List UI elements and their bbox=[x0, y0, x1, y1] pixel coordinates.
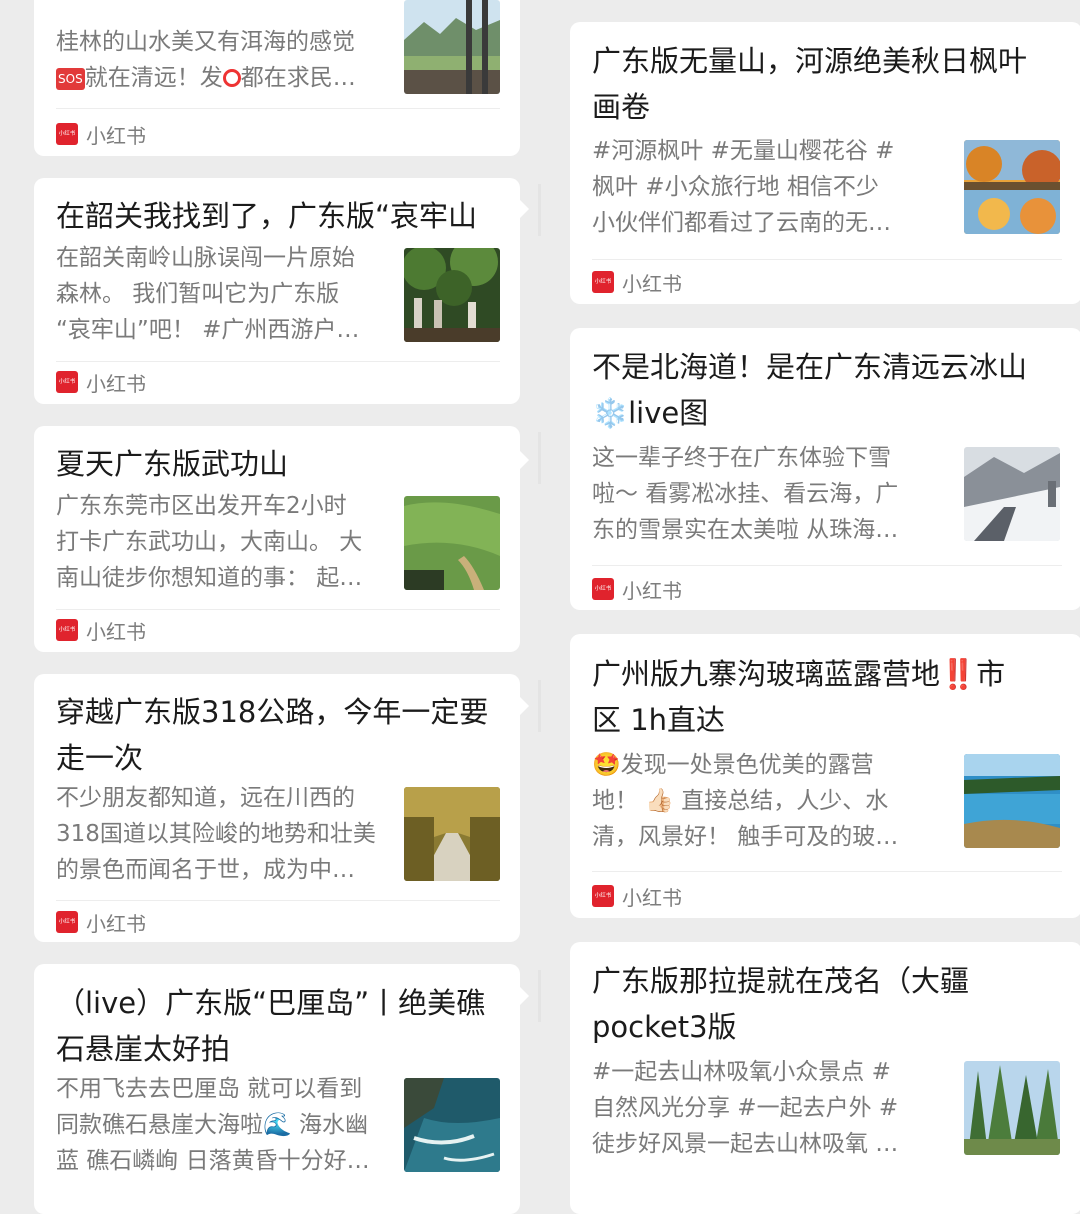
bubble-pointer bbox=[520, 697, 529, 715]
source-name: 小红书 bbox=[622, 885, 682, 910]
xiaohongshu-logo-icon: 小红书 bbox=[56, 911, 78, 933]
feed-card-yunbingshan-snow[interactable]: 不是北海道！是在广东清远云冰山 ❄️live图 这一辈子终于在广东体验下雪 啦～… bbox=[570, 328, 1080, 610]
card-title: 广东版无量山，河源绝美秋日枫叶 画卷 bbox=[592, 44, 1028, 124]
xiaohongshu-logo-icon: 小红书 bbox=[56, 371, 78, 393]
card-description: 广东东莞市区出发开车2小时 打卡广东武功山，大南山。 大 南山徒步你想知道的事：… bbox=[56, 493, 363, 591]
feed-card-shaoguan-ailaoshan[interactable]: 在韶关我找到了，广东版“哀牢山 在韶关南岭山脉误闯一片原始 森林。 我们暂叫它为… bbox=[34, 178, 520, 404]
source-name: 小红书 bbox=[86, 371, 146, 396]
column-separator bbox=[538, 432, 541, 484]
sos-icon: SOS bbox=[56, 68, 85, 90]
card-description: 桂林的山水美又有洱海的感觉 SOS就在清远！发 都在求民… bbox=[56, 29, 356, 91]
divider bbox=[592, 565, 1062, 566]
feed-card-guangzhou-jiuzhaigou[interactable]: 广州版九寨沟玻璃蓝露营地‼️市 区 1h直达 🤩发现一处景色优美的露营 地！ 👍… bbox=[570, 634, 1080, 918]
source-row: 小红书 小红书 bbox=[56, 618, 146, 644]
source-name: 小红书 bbox=[622, 578, 682, 603]
source-row: 小红书 小红书 bbox=[56, 910, 146, 936]
feed-card-318-highway[interactable]: 穿越广东版318公路，今年一定要 走一次 不少朋友都知道，远在川西的 318国道… bbox=[34, 674, 520, 942]
card-title: 广州版九寨沟玻璃蓝露营地‼️市 区 1h直达 bbox=[592, 657, 1006, 737]
divider bbox=[592, 871, 1062, 872]
card-title: 广东版那拉提就在茂名（大疆 pocket3版 bbox=[592, 964, 970, 1044]
xiaohongshu-logo-icon: 小红书 bbox=[592, 578, 614, 600]
feed-card-heyuan-maple[interactable]: 广东版无量山，河源绝美秋日枫叶 画卷 #河源枫叶 #无量山樱花谷 # 枫叶 #小… bbox=[570, 22, 1080, 304]
card-description: 🤩发现一处景色优美的露营 地！ 👍🏻 直接总结，人少、水 清，风景好！ 触手可及… bbox=[592, 752, 899, 850]
feed-card-wugongshan[interactable]: 夏天广东版武功山 广东东莞市区出发开车2小时 打卡广东武功山，大南山。 大 南山… bbox=[34, 426, 520, 652]
thumbnail-image[interactable] bbox=[964, 754, 1060, 848]
divider bbox=[56, 361, 500, 362]
source-name: 小红书 bbox=[86, 911, 146, 936]
card-title: 夏天广东版武功山 bbox=[56, 447, 289, 481]
card-description: 不用飞去去巴厘岛 就可以看到 同款礁石悬崖大海啦🌊 海水幽 蓝 礁石嶙峋 日落黄… bbox=[56, 1076, 370, 1174]
card-description: 这一辈子终于在广东体验下雪 啦～ 看雾凇冰挂、看云海，广 东的雪景实在太美啦 从… bbox=[592, 445, 899, 543]
source-name: 小红书 bbox=[622, 271, 682, 296]
card-title: 穿越广东版318公路，今年一定要 走一次 bbox=[56, 695, 489, 775]
thumbnail-image[interactable] bbox=[404, 0, 500, 94]
feed-card-bali-cliffs[interactable]: （live）广东版“巴厘岛”丨绝美礁 石悬崖太好拍 不用飞去去巴厘岛 就可以看到… bbox=[34, 964, 520, 1214]
card-title: 在韶关我找到了，广东版“哀牢山 bbox=[56, 199, 478, 233]
column-separator bbox=[538, 970, 541, 1022]
thumbnail-image[interactable] bbox=[964, 140, 1060, 234]
thumbnail-image[interactable] bbox=[964, 1061, 1060, 1155]
card-title: 不是北海道！是在广东清远云冰山 ❄️live图 bbox=[592, 350, 1028, 430]
card-description: #一起去山林吸氧小众景点 # 自然风光分享 #一起去户外 # 徒步好风景一起去山… bbox=[592, 1059, 899, 1157]
bubble-pointer bbox=[520, 200, 529, 218]
thumbnail-image[interactable] bbox=[404, 248, 500, 342]
divider bbox=[56, 108, 500, 109]
bubble-pointer bbox=[520, 987, 529, 1005]
source-row: 小红书 小红书 bbox=[592, 884, 682, 910]
card-description: 在韶关南岭山脉误闯一片原始 森林。 我们暂叫它为广东版 “哀牢山”吧！ #广州西… bbox=[56, 245, 360, 343]
thumbnail-image[interactable] bbox=[404, 787, 500, 881]
bubble-pointer bbox=[520, 451, 529, 469]
xiaohongshu-logo-icon: 小红书 bbox=[592, 271, 614, 293]
xiaohongshu-logo-icon: 小红书 bbox=[56, 619, 78, 641]
feed-card-guilin-qingyuan[interactable]: 桂林的山水美又有洱海的感觉 SOS就在清远！发 都在求民… 小红书 小红书 bbox=[34, 0, 520, 156]
xiaohongshu-logo-icon: 小红书 bbox=[592, 885, 614, 907]
divider bbox=[592, 259, 1062, 260]
source-row: 小红书 小红书 bbox=[592, 577, 682, 603]
divider bbox=[56, 609, 500, 610]
card-description: #河源枫叶 #无量山樱花谷 # 枫叶 #小众旅行地 相信不少 小伙伴们都看过了云… bbox=[592, 138, 895, 236]
source-row: 小红书 小红书 bbox=[592, 270, 682, 296]
thumbnail-image[interactable] bbox=[404, 1078, 500, 1172]
divider bbox=[56, 900, 500, 901]
column-separator bbox=[538, 184, 541, 236]
red-circle-icon bbox=[222, 69, 241, 87]
source-name: 小红书 bbox=[86, 619, 146, 644]
feed-card-maoming-nalati[interactable]: 广东版那拉提就在茂名（大疆 pocket3版 #一起去山林吸氧小众景点 # 自然… bbox=[570, 942, 1080, 1214]
source-name: 小红书 bbox=[86, 123, 146, 148]
source-row: 小红书 小红书 bbox=[56, 370, 146, 396]
thumbnail-image[interactable] bbox=[964, 447, 1060, 541]
thumbnail-image[interactable] bbox=[404, 496, 500, 590]
xiaohongshu-logo-icon: 小红书 bbox=[56, 123, 78, 145]
card-title: （live）广东版“巴厘岛”丨绝美礁 石悬崖太好拍 bbox=[56, 986, 486, 1066]
card-description: 不少朋友都知道，远在川西的 318国道以其险峻的地势和壮美 的景色而闻名于世，成… bbox=[56, 785, 376, 883]
source-row: 小红书 小红书 bbox=[56, 122, 146, 148]
column-separator bbox=[538, 680, 541, 732]
